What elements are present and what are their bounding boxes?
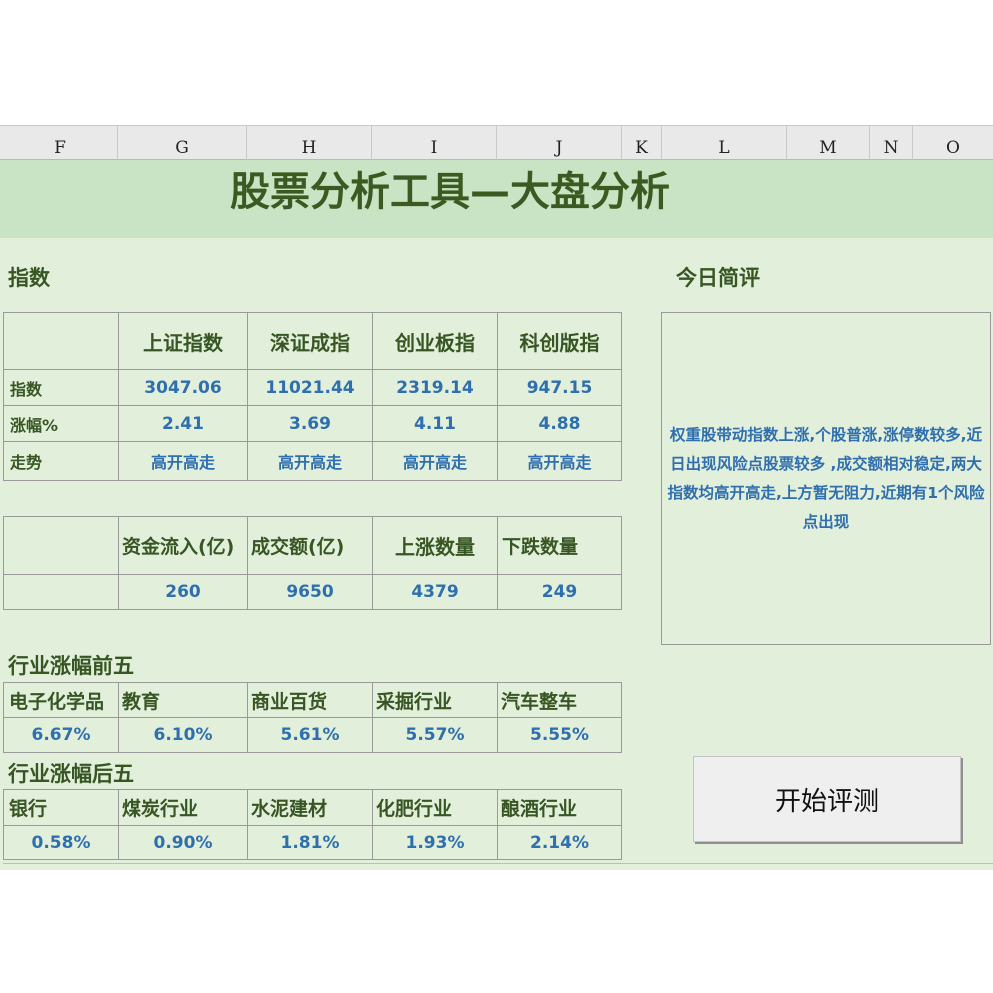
top5-value-3[interactable]: 5.61% [247, 717, 373, 753]
bottom5-name-2[interactable]: 煤炭行业 [118, 789, 248, 826]
trend-value-sh[interactable]: 高开高走 [118, 441, 248, 481]
index-row-label-change[interactable]: 涨幅% [3, 405, 119, 442]
index-row-label-level[interactable]: 指数 [3, 369, 119, 406]
review-text: 权重股带动指数上涨,个股普涨,涨停数较多,近日出现风险点股票较多 ,成交额相对稳… [667, 425, 985, 531]
capital-value-up[interactable]: 4379 [372, 574, 498, 610]
index-value-cyb[interactable]: 2319.14 [372, 369, 498, 406]
index-row-label-trend[interactable]: 走势 [3, 441, 119, 481]
change-value-sz[interactable]: 3.69 [247, 405, 373, 442]
review-heading: 今日简评 [676, 266, 760, 290]
column-header-I[interactable]: I [372, 126, 497, 160]
column-header-M[interactable]: M [787, 126, 870, 160]
bottom5-value-3[interactable]: 1.81% [247, 825, 373, 860]
column-header-J[interactable]: J [497, 126, 622, 160]
change-value-kc[interactable]: 4.88 [497, 405, 622, 442]
column-header-L[interactable]: L [662, 126, 787, 160]
top5-name-5[interactable]: 汽车整车 [497, 682, 622, 718]
capital-header-down[interactable]: 下跌数量 [497, 516, 622, 575]
top5-value-2[interactable]: 6.10% [118, 717, 248, 753]
top5-name-2[interactable]: 教育 [118, 682, 248, 718]
review-box[interactable]: 权重股带动指数上涨,个股普涨,涨停数较多,近日出现风险点股票较多 ,成交额相对稳… [661, 312, 991, 645]
bottom5-value-4[interactable]: 1.93% [372, 825, 498, 860]
trend-value-cyb[interactable]: 高开高走 [372, 441, 498, 481]
column-header-F[interactable]: F [3, 126, 118, 160]
column-header-N[interactable]: N [870, 126, 913, 160]
bottom5-name-4[interactable]: 化肥行业 [372, 789, 498, 826]
page-title: 股票分析工具—大盘分析 [230, 169, 670, 215]
top5-value-5[interactable]: 5.55% [497, 717, 622, 753]
column-header-K[interactable]: K [622, 126, 662, 160]
column-header-bar: F G H I J K L M N O [0, 125, 993, 160]
index-header-cyb[interactable]: 创业板指 [372, 312, 498, 370]
bottom5-value-5[interactable]: 2.14% [497, 825, 622, 860]
row-gridline [3, 863, 993, 864]
trend-value-sz[interactable]: 高开高走 [247, 441, 373, 481]
column-header-O[interactable]: O [913, 126, 993, 160]
bottom5-value-2[interactable]: 0.90% [118, 825, 248, 860]
index-value-sz[interactable]: 11021.44 [247, 369, 373, 406]
bottom5-name-5[interactable]: 酿酒行业 [497, 789, 622, 826]
top5-value-4[interactable]: 5.57% [372, 717, 498, 753]
top5-name-1[interactable]: 电子化学品 [3, 682, 119, 718]
top5-name-4[interactable]: 采掘行业 [372, 682, 498, 718]
index-value-kc[interactable]: 947.15 [497, 369, 622, 406]
column-header-H[interactable]: H [247, 126, 372, 160]
column-header-G[interactable]: G [118, 126, 247, 160]
change-value-cyb[interactable]: 4.11 [372, 405, 498, 442]
capital-header-turnover[interactable]: 成交额(亿) [247, 516, 373, 575]
top5-heading: 行业涨幅前五 [8, 654, 134, 678]
change-value-sh[interactable]: 2.41 [118, 405, 248, 442]
top5-name-3[interactable]: 商业百货 [247, 682, 373, 718]
index-value-sh[interactable]: 3047.06 [118, 369, 248, 406]
capital-row-label[interactable] [3, 574, 119, 610]
bottom5-name-3[interactable]: 水泥建材 [247, 789, 373, 826]
bottom5-value-1[interactable]: 0.58% [3, 825, 119, 860]
index-header-sz[interactable]: 深证成指 [247, 312, 373, 370]
capital-header-inflow[interactable]: 资金流入(亿) [118, 516, 248, 575]
index-table-corner[interactable] [3, 312, 119, 370]
trend-value-kc[interactable]: 高开高走 [497, 441, 622, 481]
start-evaluation-button[interactable]: 开始评测 [693, 756, 961, 842]
bottom5-name-1[interactable]: 银行 [3, 789, 119, 826]
capital-value-turnover[interactable]: 9650 [247, 574, 373, 610]
index-section-heading: 指数 [8, 266, 50, 290]
index-header-kc[interactable]: 科创版指 [497, 312, 622, 370]
capital-value-inflow[interactable]: 260 [118, 574, 248, 610]
bottom5-heading: 行业涨幅后五 [8, 762, 134, 786]
capital-value-down[interactable]: 249 [497, 574, 622, 610]
index-header-sh[interactable]: 上证指数 [118, 312, 248, 370]
top5-value-1[interactable]: 6.67% [3, 717, 119, 753]
capital-header-up[interactable]: 上涨数量 [372, 516, 498, 575]
capital-table-corner[interactable] [3, 516, 119, 575]
